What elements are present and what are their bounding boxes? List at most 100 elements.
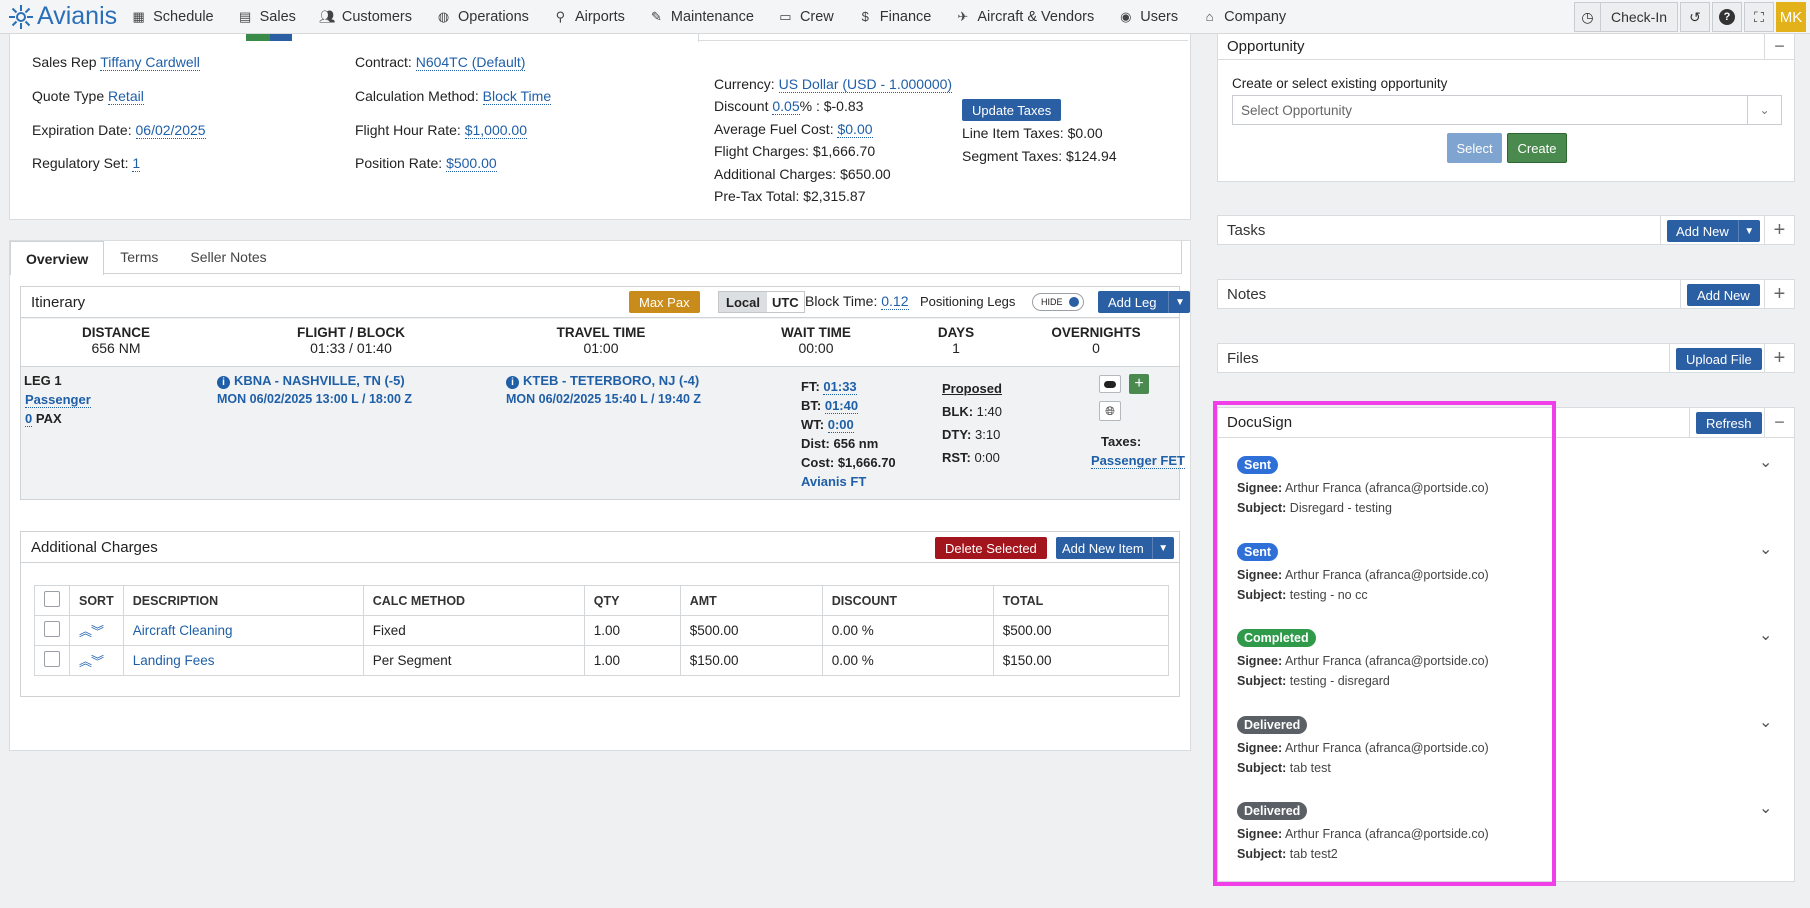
info-icon[interactable]: i (506, 376, 519, 389)
block-time-link[interactable]: 0.12 (881, 293, 909, 310)
chevron-down-icon[interactable]: ⌄ (1759, 712, 1772, 732)
upload-file-button[interactable]: Upload File (1676, 348, 1762, 370)
add-icon[interactable]: + (1129, 374, 1149, 394)
amt-cell: $500.00 (679, 615, 823, 646)
utc-toggle[interactable]: UTC (766, 292, 804, 312)
charge-description-link[interactable]: Landing Fees (133, 653, 215, 668)
col-calc-method[interactable]: CALC METHOD (362, 585, 585, 616)
delete-selected-button[interactable]: Delete Selected (935, 537, 1047, 559)
caret-down-icon[interactable]: ▼ (1737, 220, 1760, 242)
nav-item-users[interactable]: ◉ Users (1118, 9, 1178, 25)
chevron-down-icon[interactable]: ⌄ (1759, 452, 1772, 472)
info-icon[interactable]: i (217, 376, 230, 389)
add-new-item-button[interactable]: Add New Item ▼ (1056, 537, 1174, 559)
chevron-down-icon[interactable]: ⌄ (1747, 96, 1781, 124)
positioning-legs-toggle[interactable]: HIDE (1032, 293, 1084, 311)
help-icon[interactable]: ? (1712, 2, 1742, 32)
arrival-airport[interactable]: i KTEB - TETERBORO, NJ (-4) (506, 373, 699, 389)
nav-item-company[interactable]: ⌂ Company (1202, 9, 1287, 25)
table-row: ︽︾ Landing Fees Per Segment 1.00 $150.00 0.00… (34, 645, 1170, 676)
globe-icon[interactable]: 🌐︎ (1099, 401, 1121, 421)
max-pax-button[interactable]: Max Pax (629, 291, 700, 313)
nav-item-aircraft-vendors[interactable]: ✈ Aircraft & Vendors (955, 9, 1094, 25)
col-qty[interactable]: QTY (583, 585, 681, 616)
chevron-down-icon[interactable]: ⌄ (1759, 625, 1772, 645)
flight-rate-link[interactable]: $1,000.00 (464, 122, 528, 139)
avg-fuel-link[interactable]: $0.00 (837, 121, 873, 138)
col-description[interactable]: DESCRIPTION (122, 585, 364, 616)
nav-item-airports[interactable]: ⚲ Airports (553, 9, 625, 25)
nav-item-schedule[interactable]: ▦ Schedule (131, 9, 213, 25)
leg-row: LEG 1 Passenger 0 PAX i KBNA - NASHVILLE,… (21, 369, 1185, 497)
expiration-link[interactable]: 06/02/2025 (135, 122, 206, 139)
brand-logo[interactable]: Avianis (8, 2, 117, 31)
row-checkbox[interactable] (44, 621, 60, 637)
bt-link[interactable]: 01:40 (824, 398, 859, 414)
nav-item-sales[interactable]: ▤ Sales (238, 9, 296, 25)
update-taxes-button[interactable]: Update Taxes (962, 99, 1062, 121)
nav-item-label: Finance (879, 8, 932, 25)
select-opportunity-button[interactable]: Select (1447, 133, 1502, 163)
pax-count-link[interactable]: 0 (25, 411, 33, 427)
collapse-icon[interactable]: − (1764, 34, 1794, 59)
departure-airport[interactable]: i KBNA - NASHVILLE, TN (-5) (217, 373, 405, 389)
charge-description-link[interactable]: Aircraft Cleaning (133, 623, 233, 638)
sort-arrows-icon[interactable]: ︽︾ (79, 624, 104, 639)
collapse-icon[interactable]: − (1764, 408, 1794, 437)
col-sort[interactable]: SORT (69, 585, 124, 616)
discount-link[interactable]: 0.05 (772, 98, 800, 115)
visibility-toggle-icon[interactable] (1099, 375, 1121, 393)
select-all-cell (34, 585, 70, 616)
notes-expand-icon[interactable]: + (1764, 280, 1794, 308)
segment-taxes: Segment Taxes: $124.94 (962, 148, 1117, 164)
add-leg-button[interactable]: Add Leg ▼ (1098, 291, 1191, 313)
brand-name: Avianis (37, 2, 118, 30)
avatar[interactable]: MK (1776, 2, 1806, 32)
create-opportunity-button[interactable]: Create (1507, 133, 1567, 163)
select-all-checkbox[interactable] (44, 591, 60, 607)
nav-item-maintenance[interactable]: ✎ Maintenance (649, 9, 754, 25)
tab-overview[interactable]: Overview (10, 241, 105, 275)
sales-rep-link[interactable]: Tiffany Cardwell (100, 54, 200, 71)
sort-arrows-icon[interactable]: ︽︾ (79, 654, 104, 669)
opportunity-select[interactable]: Select Opportunity ⌄ (1232, 95, 1782, 125)
leg-operator-link[interactable]: Avianis FT (801, 472, 896, 491)
amt-cell: $150.00 (679, 645, 823, 676)
contract-link[interactable]: N604TC (Default) (415, 54, 526, 71)
chevron-down-icon[interactable]: ⌄ (1759, 798, 1772, 818)
caret-down-icon[interactable]: ▼ (1151, 537, 1174, 559)
quote-type-link[interactable]: Retail (108, 88, 144, 105)
taxes-link[interactable]: Passenger FET (1091, 453, 1185, 469)
currency-link[interactable]: US Dollar (USD - 1.000000) (778, 76, 953, 93)
row-checkbox[interactable] (44, 651, 60, 667)
tab-seller-notes[interactable]: Seller Notes (174, 241, 282, 273)
calc-method-link[interactable]: Block Time (482, 88, 552, 105)
wt-link[interactable]: 0:00 (827, 417, 854, 433)
local-toggle[interactable]: Local (719, 292, 767, 312)
tab-terms[interactable]: Terms (104, 241, 174, 273)
check-in-button[interactable]: Check-In (1599, 2, 1678, 32)
divider (1669, 344, 1670, 372)
nav-item-operations[interactable]: ◍ Operations (436, 9, 529, 25)
nav-item-finance[interactable]: $ Finance (858, 9, 932, 25)
col-amt[interactable]: AMT (679, 585, 823, 616)
notes-add-new-button[interactable]: Add New (1687, 284, 1760, 306)
history-icon[interactable]: ↺ (1680, 2, 1710, 32)
chevron-down-icon[interactable]: ⌄ (1759, 539, 1772, 559)
tasks-expand-icon[interactable]: + (1764, 216, 1794, 244)
ft-link[interactable]: 01:33 (823, 379, 857, 395)
tasks-add-new-button[interactable]: Add New ▼ (1667, 220, 1760, 242)
fullscreen-icon[interactable]: ⛶ (1744, 2, 1774, 32)
regulatory-link[interactable]: 1 (132, 155, 141, 172)
position-rate-link[interactable]: $500.00 (446, 155, 497, 172)
check-circle-icon[interactable]: ◷ (1573, 2, 1600, 32)
caret-down-icon[interactable]: ▼ (1168, 291, 1190, 313)
nav-item-crew[interactable]: ▭ Crew (778, 9, 834, 25)
nav-item-customers[interactable]: 👥︎ Customers (319, 9, 412, 25)
col-discount[interactable]: DISCOUNT (821, 585, 994, 616)
calc-method-cell: Fixed (362, 615, 585, 646)
leg-type-link[interactable]: Passenger (25, 392, 91, 408)
files-expand-icon[interactable]: + (1764, 344, 1794, 372)
docusign-refresh-button[interactable]: Refresh (1696, 412, 1762, 434)
col-total[interactable]: TOTAL (992, 585, 1170, 616)
